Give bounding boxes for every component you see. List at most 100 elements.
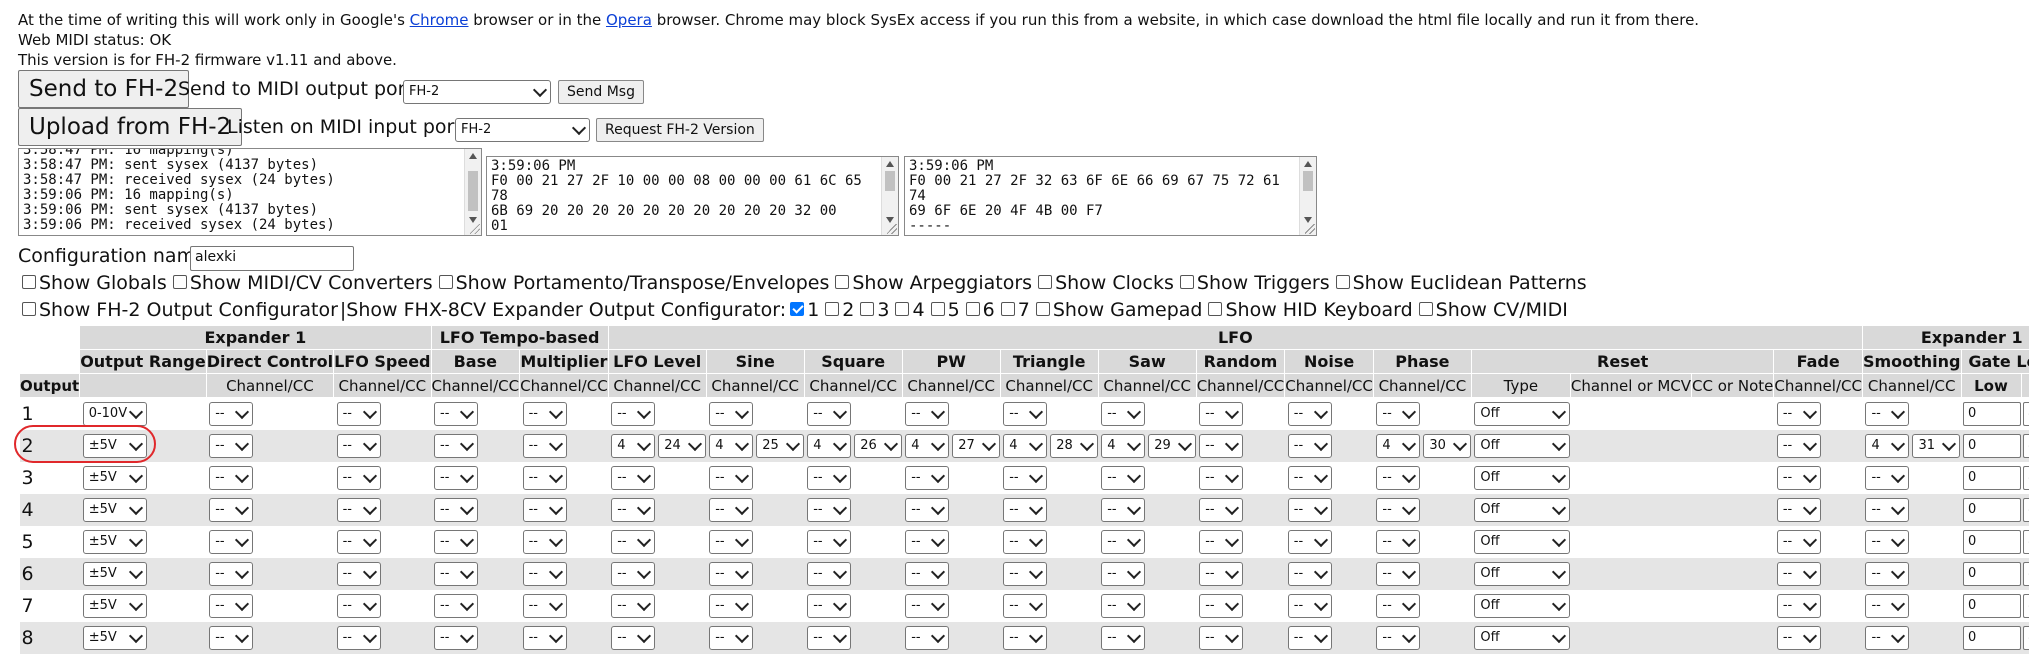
output-range-select[interactable]: ±5V (82, 530, 147, 554)
checkbox-icon[interactable] (965, 302, 980, 316)
cc-select[interactable]: -- (1287, 562, 1332, 586)
cc-select[interactable]: -- (1287, 466, 1332, 490)
gate-high-input[interactable]: 8192 (2023, 498, 2029, 522)
listen-port-select[interactable]: FH-2 (455, 118, 590, 142)
cc-select[interactable]: -- (1101, 466, 1146, 490)
cc-select[interactable]: -- (209, 498, 254, 522)
sysex-in-textarea[interactable]: 3:59:06 PM F0 00 21 27 2F 32 63 6F 6E 66… (904, 156, 1317, 236)
cc-select[interactable]: -- (1865, 402, 1910, 426)
toggle-1[interactable]: Show MIDI/CV Converters (169, 272, 433, 294)
send-port-select[interactable]: FH-2 (403, 80, 551, 104)
checkbox-icon[interactable] (1000, 302, 1015, 316)
cc-select[interactable]: -- (1776, 530, 1821, 554)
cc-select[interactable]: -- (1287, 402, 1332, 426)
reset-type-select[interactable]: Off (1474, 402, 1571, 426)
phase-cc-select[interactable]: 30 (1423, 434, 1472, 458)
cc-select[interactable]: -- (709, 402, 754, 426)
cc-select[interactable]: -- (1101, 562, 1146, 586)
cc-select[interactable]: -- (1199, 434, 1244, 458)
cc-select[interactable]: -- (905, 530, 950, 554)
toggle-0[interactable]: Show Globals (18, 272, 167, 294)
cc-select[interactable]: -- (336, 626, 381, 650)
cc-select[interactable]: -- (336, 434, 381, 458)
cc-select[interactable]: -- (1865, 594, 1910, 618)
upload-from-fh2-button[interactable]: Upload from FH-2 (18, 108, 243, 146)
cc-select[interactable]: -- (1199, 562, 1244, 586)
lfo_level-channel-select[interactable]: 4 (611, 434, 656, 458)
output-range-select[interactable]: ±5V (82, 562, 147, 586)
cc-select[interactable]: -- (336, 498, 381, 522)
cc-select[interactable]: -- (1776, 594, 1821, 618)
gate-high-input[interactable]: 8192 (2023, 434, 2029, 458)
cc-select[interactable]: -- (209, 594, 254, 618)
cc-select[interactable]: -- (1287, 530, 1332, 554)
cc-select[interactable]: -- (1287, 498, 1332, 522)
cc-select[interactable]: -- (709, 562, 754, 586)
toggle-other-0[interactable]: Show Gamepad (1032, 299, 1202, 321)
reset-type-select[interactable]: Off (1474, 498, 1571, 522)
cc-select[interactable]: -- (434, 594, 478, 618)
send-to-fh2-button[interactable]: Send to FH-2 (18, 70, 190, 108)
checkbox-icon[interactable] (172, 275, 187, 289)
output-range-select[interactable]: ±5V (82, 434, 147, 458)
cc-select[interactable]: -- (1287, 626, 1332, 650)
cc-select[interactable]: -- (1003, 530, 1048, 554)
cc-select[interactable]: -- (434, 498, 478, 522)
cc-select[interactable]: -- (1287, 434, 1332, 458)
sine-cc-select[interactable]: 25 (756, 434, 805, 458)
cc-select[interactable]: -- (1199, 498, 1244, 522)
cc-select[interactable]: -- (1776, 626, 1821, 650)
checkbox-icon[interactable] (895, 302, 910, 316)
cc-select[interactable]: -- (1199, 626, 1244, 650)
gate-high-input[interactable]: 8192 (2023, 530, 2029, 554)
opera-link[interactable]: Opera (606, 11, 652, 29)
cc-select[interactable]: -- (522, 594, 567, 618)
cc-select[interactable]: -- (336, 594, 381, 618)
checkbox-icon[interactable] (22, 275, 36, 289)
cc-select[interactable]: -- (522, 498, 567, 522)
output-range-select[interactable]: ±5V (82, 626, 147, 650)
cc-select[interactable]: -- (905, 594, 950, 618)
reset-type-select[interactable]: Off (1474, 594, 1571, 618)
scroll-thumb[interactable] (885, 171, 895, 191)
cc-select[interactable]: -- (1101, 594, 1146, 618)
triangle-cc-select[interactable]: 28 (1050, 434, 1099, 458)
expander-7-checkbox[interactable]: 7 (997, 299, 1030, 321)
cc-select[interactable]: -- (1376, 498, 1421, 522)
lfo_level-cc-select[interactable]: 24 (658, 434, 707, 458)
checkbox-icon[interactable] (930, 302, 945, 316)
gate-low-input[interactable]: 0 (1963, 530, 2021, 554)
toggle-5[interactable]: Show Triggers (1176, 272, 1330, 294)
cc-select[interactable]: -- (1776, 498, 1821, 522)
triangle-channel-select[interactable]: 4 (1003, 434, 1048, 458)
chrome-link[interactable]: Chrome (410, 11, 469, 29)
cc-select[interactable]: -- (807, 530, 852, 554)
toggle-other-2[interactable]: Show CV/MIDI (1415, 299, 1568, 321)
cc-select[interactable]: -- (209, 626, 254, 650)
cc-select[interactable]: -- (1101, 626, 1146, 650)
cc-select[interactable]: -- (905, 402, 950, 426)
cc-select[interactable]: -- (1003, 402, 1048, 426)
cc-select[interactable]: -- (336, 562, 381, 586)
cc-select[interactable]: -- (1199, 402, 1244, 426)
checkbox-icon[interactable] (1179, 275, 1194, 289)
resize-handle-icon[interactable] (470, 224, 480, 234)
output-range-select[interactable]: ±5V (82, 594, 147, 618)
cc-select[interactable]: -- (1003, 498, 1048, 522)
config-name-input[interactable]: alexki (190, 246, 354, 271)
gate-high-input[interactable]: 8192 (2023, 626, 2029, 650)
cc-select[interactable]: -- (1376, 562, 1421, 586)
saw-cc-select[interactable]: 29 (1148, 434, 1197, 458)
cc-select[interactable]: -- (434, 434, 478, 458)
pw-channel-select[interactable]: 4 (905, 434, 950, 458)
cc-select[interactable]: -- (807, 626, 852, 650)
log-scrollbar[interactable] (464, 149, 481, 235)
cc-select[interactable]: -- (1865, 530, 1910, 554)
gate-low-input[interactable]: 0 (1963, 594, 2021, 618)
cc-select[interactable]: -- (522, 626, 567, 650)
scroll-thumb[interactable] (468, 171, 478, 211)
cc-select[interactable]: -- (611, 402, 656, 426)
cc-select[interactable]: -- (611, 594, 656, 618)
reset-type-select[interactable]: Off (1474, 466, 1571, 490)
checkbox-icon[interactable] (22, 302, 36, 316)
